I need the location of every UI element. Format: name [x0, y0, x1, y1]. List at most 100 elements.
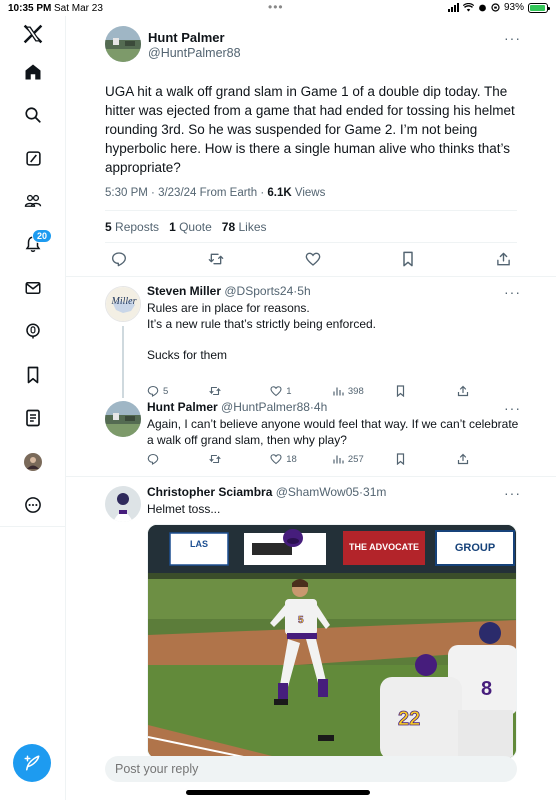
divider [105, 210, 517, 211]
reply-handle[interactable]: @HuntPalmer88 [221, 400, 310, 414]
reply-avatar[interactable]: Miller [105, 286, 141, 322]
reply-media-photo[interactable]: LAS THE ADVOCATE GROUP 5 8 22 [147, 524, 517, 759]
reply-share-action[interactable] [457, 385, 487, 397]
reply-body: Again, I can’t believe anyone would feel… [147, 416, 522, 448]
reply-avatar[interactable] [105, 486, 141, 522]
author-avatar[interactable] [105, 26, 141, 62]
divider [66, 276, 556, 277]
sidebar-item-notifications[interactable]: 20 [0, 229, 66, 259]
reply-avatar-image [105, 486, 141, 522]
author-handle[interactable]: @HuntPalmer88 [148, 46, 241, 60]
alarm-icon [479, 4, 486, 12]
reply-more-button[interactable]: ··· [504, 284, 521, 300]
repost-icon[interactable] [208, 251, 224, 267]
views-icon [333, 387, 344, 396]
sidebar-item-home[interactable] [0, 57, 66, 87]
reply-more-button[interactable]: ··· [504, 485, 521, 501]
home-indicator[interactable] [186, 790, 370, 795]
signal-icon [447, 3, 459, 12]
reply-views-action[interactable]: 257 [332, 453, 364, 465]
sidebar-item-bookmarks[interactable] [0, 360, 66, 390]
tweet-more-button[interactable]: ··· [504, 30, 521, 46]
reply-share-action[interactable] [457, 453, 487, 465]
author-name[interactable]: Hunt Palmer [148, 30, 241, 45]
battery-fill [530, 4, 545, 11]
status-date: Sat Mar 23 [54, 3, 103, 14]
reposts-label: Reposts [115, 220, 160, 234]
multitasking-dots-icon[interactable]: ••• [268, 0, 284, 14]
messages-icon [25, 282, 41, 294]
reply-handle[interactable]: @ShamWow05 [276, 485, 359, 499]
like-icon[interactable] [305, 251, 321, 267]
views-count: 257 [347, 453, 364, 465]
reply-icon[interactable] [111, 251, 127, 267]
sidebar-item-lists[interactable] [0, 403, 66, 433]
battery-percent: 93% [503, 2, 524, 13]
reply-content: Christopher Sciambra @ShamWow05·31m Helm… [147, 485, 522, 517]
reply-like-action[interactable]: 1 [270, 385, 300, 397]
sidebar-nav: 20 [0, 16, 66, 800]
share-icon[interactable] [496, 251, 511, 267]
likes-stat[interactable]: 78 Likes [222, 220, 267, 234]
reply-reply-action[interactable]: 5 [147, 385, 177, 397]
player-number: 5 [298, 615, 304, 626]
likes-count: 78 [221, 220, 236, 234]
grok-icon [25, 150, 41, 166]
lists-icon [26, 409, 40, 427]
reply-line: Rules are in place for reasons. [147, 301, 310, 315]
sidebar-item-messages[interactable] [0, 273, 66, 303]
tweet-actions [105, 251, 517, 267]
reply-repost-action[interactable] [209, 453, 239, 465]
reply-age[interactable]: 4h [314, 400, 327, 414]
reply-repost-action[interactable] [209, 385, 239, 397]
sidebar-item-x-logo[interactable] [0, 19, 66, 49]
reply-content: Hunt Palmer @HuntPalmer88·4h Again, I ca… [147, 400, 522, 448]
reply-bookmark-action[interactable] [395, 453, 425, 465]
sidebar-item-grok[interactable] [0, 143, 66, 173]
reposts-stat[interactable]: 5 Reposts [105, 220, 159, 234]
svg-text:22: 22 [398, 708, 420, 730]
reply-author[interactable]: Hunt Palmer [147, 400, 218, 414]
reply-bookmark-action[interactable] [395, 385, 425, 397]
status-icons: 93% [447, 2, 550, 13]
reply-handle[interactable]: @DSports24 [224, 284, 293, 298]
tweet-source: From Earth [199, 187, 258, 199]
views-icon [333, 455, 344, 464]
reply-more-button[interactable]: ··· [504, 400, 521, 416]
reply-author[interactable]: Christopher Sciambra [147, 485, 272, 499]
reply-views-action[interactable]: 398 [332, 385, 364, 397]
reply-avatar[interactable] [105, 401, 141, 437]
compose-icon [24, 755, 40, 771]
reply-author[interactable]: Steven Miller [147, 284, 221, 298]
bookmark-icon [397, 453, 405, 465]
like-icon [270, 386, 282, 397]
reply-avatar-image: Miller [106, 287, 140, 321]
x-logo-icon [23, 24, 43, 44]
tweet-date[interactable]: 3/23/24 [158, 187, 196, 199]
spaces-icon [26, 323, 40, 339]
svg-text:8: 8 [481, 678, 492, 700]
reply-line: Again, I can’t believe anyone would feel… [147, 417, 519, 447]
share-icon [457, 385, 469, 397]
wifi-icon [462, 3, 474, 12]
sidebar-item-explore[interactable] [0, 100, 66, 130]
reply-input[interactable] [105, 756, 517, 782]
reply-reply-action[interactable] [147, 453, 177, 465]
quotes-label: Quote [179, 220, 212, 234]
reply-age[interactable]: 5h [297, 284, 310, 298]
profile-avatar [24, 453, 42, 471]
sidebar-item-profile[interactable] [0, 447, 66, 477]
reply-body: Rules are in place for reasons. It’s a n… [147, 300, 522, 363]
author-block: Hunt Palmer @HuntPalmer88 [148, 30, 241, 60]
reply-like-action[interactable]: 18 [270, 453, 300, 465]
bookmark-icon[interactable] [401, 251, 415, 267]
compose-button[interactable] [13, 744, 51, 782]
sidebar-item-communities[interactable] [0, 186, 66, 216]
sidebar-item-spaces[interactable] [0, 316, 66, 346]
reply-line: Helmet toss... [147, 502, 221, 516]
reposts-count: 5 [105, 220, 112, 234]
sidebar-item-more[interactable] [0, 490, 66, 520]
quotes-stat[interactable]: 1 Quote [169, 220, 212, 234]
tweet-time[interactable]: 5:30 PM [105, 187, 148, 199]
reply-age[interactable]: 31m [363, 485, 386, 499]
